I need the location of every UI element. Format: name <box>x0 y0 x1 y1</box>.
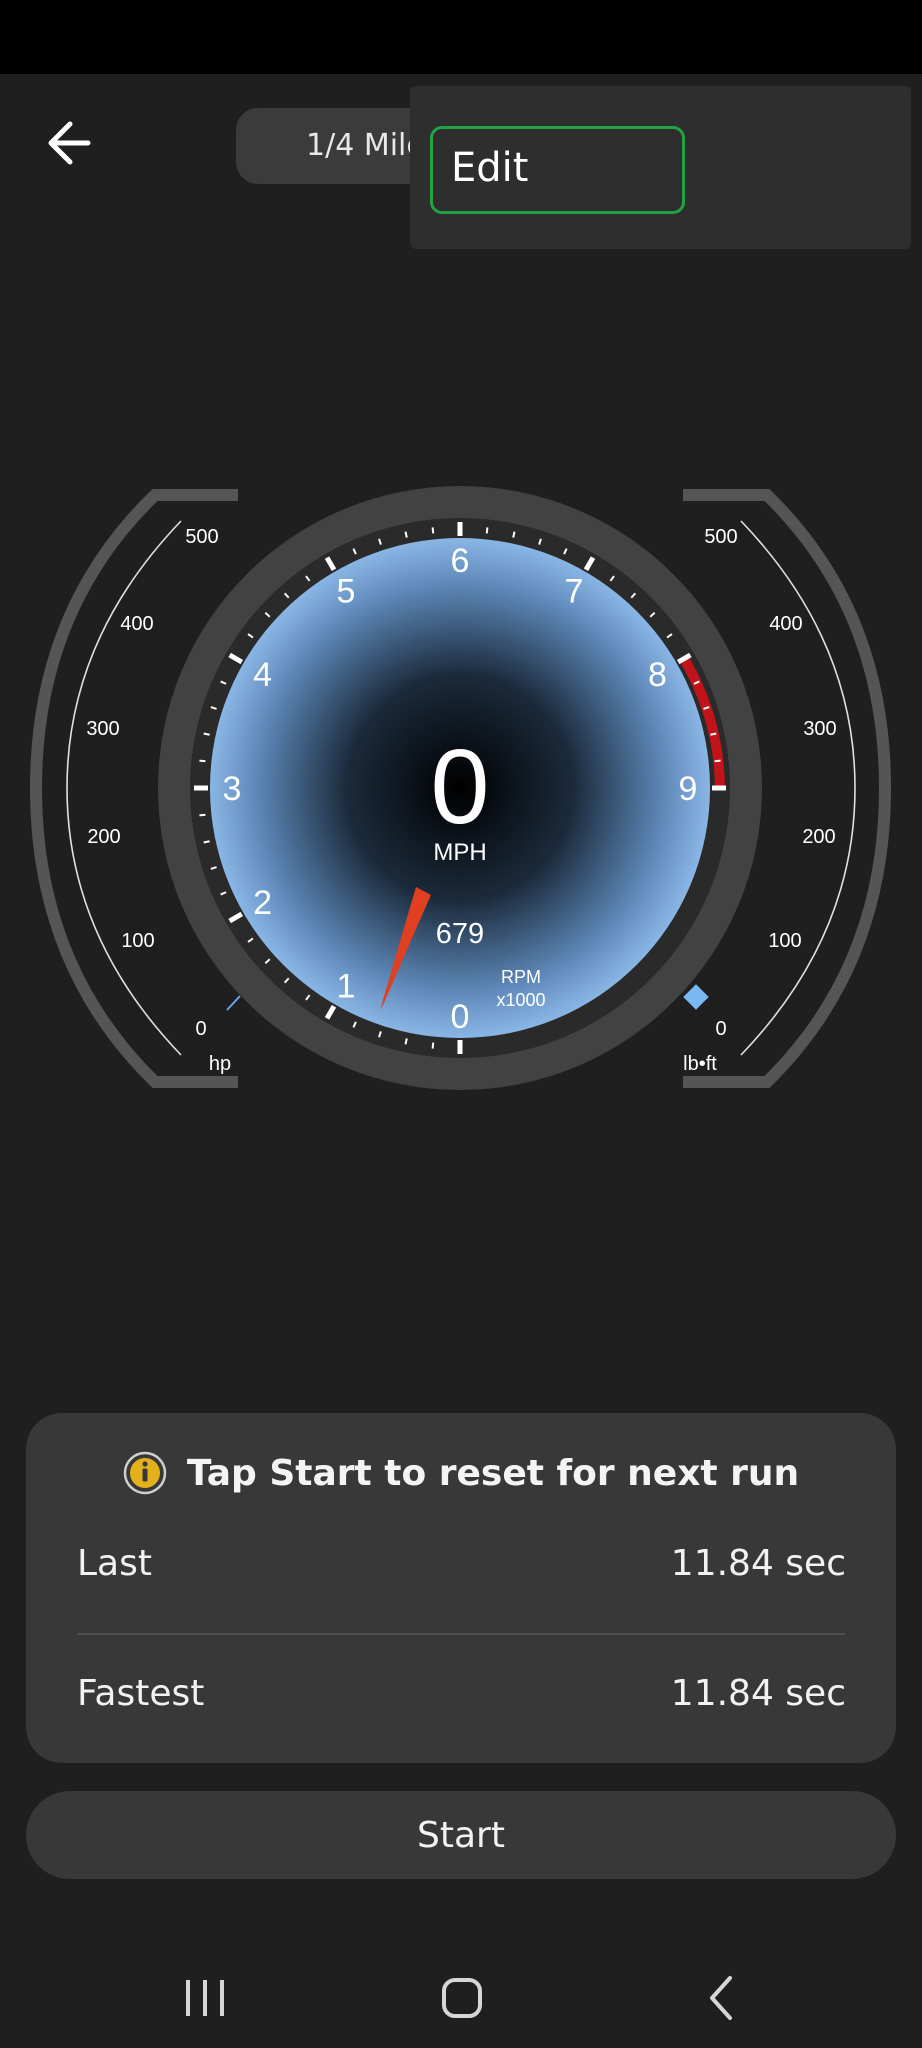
hp-scale-label: 0 <box>195 1018 206 1040</box>
menu-item-edit[interactable]: Edit <box>430 126 685 214</box>
rpm-minor-tick <box>203 732 210 736</box>
hp-scale-label: 400 <box>120 613 153 635</box>
rpm-unit-line1: RPM <box>501 967 541 987</box>
speed-unit: MPH <box>433 839 486 866</box>
run-results-card: Tap Start to reset for next run Last 11.… <box>26 1413 896 1763</box>
system-navbar <box>0 1940 922 2048</box>
rpm-minor-tick <box>710 732 717 736</box>
rpm-value: 679 <box>436 918 484 950</box>
status-bar <box>0 0 922 74</box>
rpm-tick-label: 5 <box>337 573 356 611</box>
torque-unit: lb•ft <box>683 1053 717 1075</box>
rpm-minor-tick <box>431 1042 435 1049</box>
recent-apps-icon <box>186 1980 224 2016</box>
home-icon <box>442 1978 482 2018</box>
torque-scale-label: 500 <box>704 526 737 548</box>
rpm-minor-tick <box>714 759 721 763</box>
rpm-minor-tick <box>512 531 516 538</box>
hp-scale-label: 200 <box>87 826 120 848</box>
fastest-value: 11.84 sec <box>670 1673 846 1714</box>
hp-scale-label: 500 <box>185 526 218 548</box>
hp-indicator <box>226 995 241 1011</box>
info-icon <box>123 1451 167 1495</box>
menu-item-edit-label: Edit <box>451 145 529 191</box>
torque-scale-label: 200 <box>802 826 835 848</box>
rpm-tick-label: 0 <box>451 998 470 1036</box>
hp-unit: hp <box>209 1053 231 1075</box>
last-value: 11.84 sec <box>670 1543 846 1584</box>
gauge-cluster: 0 1 2 3 4 5 6 7 8 9 0 MPH 679 RPM x1000 0 100 200 30… <box>29 486 892 1090</box>
info-message: Tap Start to reset for next run <box>186 1452 800 1494</box>
rpm-tick-label: 3 <box>223 770 242 808</box>
rpm-minor-tick <box>485 527 489 534</box>
home-button[interactable] <box>422 1964 502 2034</box>
torque-scale-label: 400 <box>769 613 802 635</box>
fastest-label: Fastest <box>77 1673 205 1714</box>
rpm-tick-label: 6 <box>451 542 470 580</box>
rpm-unit-line2: x1000 <box>496 990 545 1010</box>
back-button[interactable] <box>40 112 102 174</box>
speed-value: 0 <box>431 728 490 846</box>
rpm-minor-tick <box>404 531 408 538</box>
start-button-label: Start <box>417 1814 505 1856</box>
rpm-minor-tick <box>199 759 206 763</box>
torque-scale-label: 300 <box>803 718 836 740</box>
torque-scale-label: 100 <box>768 930 801 952</box>
rpm-tick-label: 7 <box>565 573 584 611</box>
last-label: Last <box>77 1543 152 1584</box>
hp-scale-label: 100 <box>121 930 154 952</box>
torque-indicator <box>683 984 709 1010</box>
back-icon <box>710 1976 732 2020</box>
rpm-tick-label: 9 <box>679 770 698 808</box>
rpm-tick-label: 4 <box>253 656 272 694</box>
hp-scale-label: 300 <box>86 718 119 740</box>
rpm-tick-label: 1 <box>337 967 356 1005</box>
arrow-left-icon <box>48 121 91 165</box>
system-back-button[interactable] <box>680 1964 760 2034</box>
start-button[interactable]: Start <box>26 1791 896 1879</box>
mode-label: 1/4 Mile <box>306 128 425 163</box>
rpm-minor-tick <box>199 813 206 817</box>
rpm-minor-tick <box>431 527 435 534</box>
rpm-tick-label: 8 <box>648 656 667 694</box>
rpm-minor-tick <box>203 840 210 844</box>
torque-scale-label: 0 <box>715 1018 726 1040</box>
rpm-minor-tick <box>404 1038 408 1045</box>
rpm-tick-label: 2 <box>253 884 272 922</box>
info-message-row: Tap Start to reset for next run <box>26 1451 896 1495</box>
recent-apps-button[interactable] <box>165 1964 245 2034</box>
card-divider <box>77 1633 845 1635</box>
